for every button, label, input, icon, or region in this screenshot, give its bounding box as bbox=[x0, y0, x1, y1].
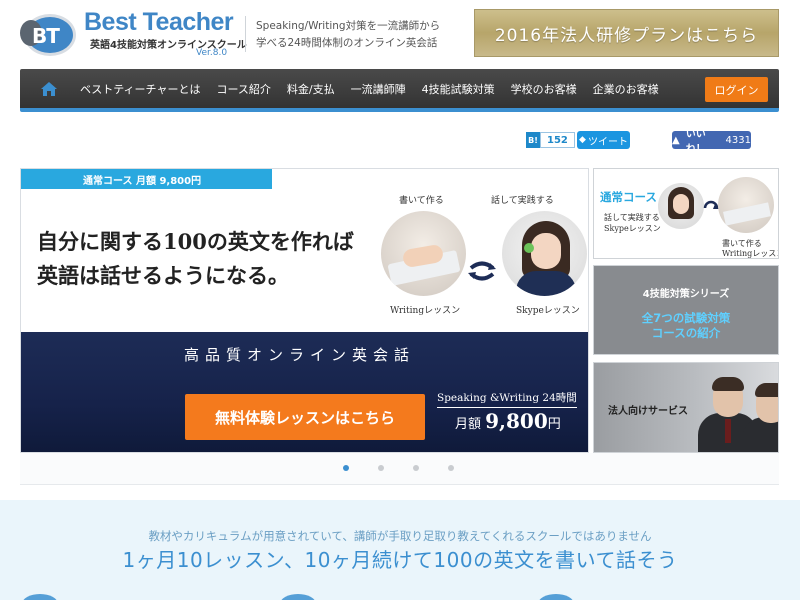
hatena-count: 152 bbox=[540, 132, 575, 148]
nav-item-companies[interactable]: 企業のお客様 bbox=[593, 81, 659, 97]
hero-headline: 自分に関する100の英文を作れば 英語は話せるようになる。 bbox=[37, 225, 354, 293]
slider-top-panel: 自分に関する100の英文を作れば 英語は話せるようになる。 書いて作る 話して実… bbox=[21, 189, 588, 332]
home-icon[interactable] bbox=[40, 81, 58, 97]
hero-slider[interactable]: 通常コース 月額 9,800円 自分に関する100の英文を作れば 英語は話せるよ… bbox=[20, 168, 589, 453]
label-writing-lesson: Writingレッスン bbox=[390, 306, 461, 316]
feature-icon bbox=[22, 594, 58, 600]
card-title: 通常コース bbox=[600, 190, 657, 204]
intro-section: 教材やカリキュラムが用意されていて、講師が手取り足取り教えてくれるスクールではあ… bbox=[0, 500, 800, 600]
course-tab: 通常コース 月額 9,800円 bbox=[21, 169, 272, 189]
tweet-label: ツイート bbox=[587, 136, 628, 148]
nav-item-teachers[interactable]: 一流講師陣 bbox=[351, 81, 406, 97]
slider-dot[interactable] bbox=[378, 465, 384, 471]
nav-item-pricing[interactable]: 料金/支払 bbox=[287, 81, 335, 97]
hatena-icon: B! bbox=[526, 132, 540, 148]
main-nav: ベストティーチャーとは コース紹介 料金/支払 一流講師陣 4技能試験対策 学校… bbox=[20, 69, 779, 112]
thumbs-up-icon: ▲ bbox=[672, 134, 680, 146]
slider-dot[interactable] bbox=[343, 465, 349, 471]
tagline: Speaking/Writing対策を一流講師から 学べる24時間体制のオンライ… bbox=[256, 18, 440, 52]
tagline-line: Speaking/Writing対策を一流講師から bbox=[256, 20, 441, 32]
label-speak: 話して実践する bbox=[491, 196, 554, 206]
hero-headline-line: 自分に関する100の英文を作れば bbox=[37, 229, 354, 254]
price-value: 月額 9,800円 bbox=[455, 409, 561, 433]
student-photo bbox=[658, 183, 704, 229]
label-skype-lesson: Skypeレッスン bbox=[516, 306, 580, 316]
nav-item-exam-prep[interactable]: 4技能試験対策 bbox=[422, 81, 495, 97]
free-trial-button[interactable]: 無料体験レッスンはこちら bbox=[185, 394, 425, 440]
price-caption: Speaking &Writing 24時間 bbox=[437, 390, 577, 408]
card-caption-write: 書いて作る Writingレッスン bbox=[722, 239, 779, 258]
like-label: いいね！ bbox=[685, 129, 706, 155]
header: BT Best Teacher 英語4技能対策オンラインスクール Ver.8.0… bbox=[0, 0, 800, 68]
nav-item-courses[interactable]: コース紹介 bbox=[216, 81, 270, 97]
logo-version: Ver.8.0 bbox=[196, 48, 228, 58]
corporate-services-card[interactable]: 法人向けサービス bbox=[593, 362, 779, 453]
logo[interactable]: BT Best Teacher 英語4技能対策オンラインスクール Ver.8.0 bbox=[18, 8, 247, 62]
tagline-line: 学べる24時間体制のオンライン英会話 bbox=[256, 37, 438, 49]
cycle-arrows-icon bbox=[468, 261, 496, 281]
card-caption-speak: 話して実践する Skypeレッスン bbox=[604, 213, 661, 233]
card-title: 4技能対策シリーズ bbox=[642, 289, 730, 300]
intro-headline: 1ヶ月10レッスン、10ヶ月続けて100の英文を書いて話そう bbox=[122, 548, 678, 572]
card-title: 法人向けサービス bbox=[608, 406, 688, 417]
tweet-button[interactable]: ◆ ツイート bbox=[577, 131, 630, 149]
banner-subtitle: 高品質オンライン英会話 bbox=[183, 346, 415, 364]
card-subtitle: 全7つの試験対策 コースの紹介 bbox=[641, 311, 731, 340]
feature-icon bbox=[538, 594, 574, 600]
regular-course-card[interactable]: 通常コース 話して実践する Skypeレッスン 書いて作る Writingレッス… bbox=[593, 168, 779, 259]
keyboard-photo bbox=[718, 177, 774, 233]
logo-badge-icon: BT bbox=[20, 10, 78, 58]
skype-lesson-photo bbox=[502, 211, 587, 296]
writing-lesson-photo bbox=[381, 211, 466, 296]
nav-item-about[interactable]: ベストティーチャーとは bbox=[80, 81, 200, 97]
slider-banner: 高品質オンライン英会話 無料体験レッスンはこちら Speaking &Writi… bbox=[21, 332, 588, 452]
price-box: Speaking &Writing 24時間 月額 9,800円 bbox=[433, 388, 583, 444]
slider-dot[interactable] bbox=[413, 465, 419, 471]
intro-caption: 教材やカリキュラムが用意されていて、講師が手取り足取り教えてくれるスクールではあ… bbox=[148, 529, 652, 543]
exam-series-card[interactable]: 4技能対策シリーズ 全7つの試験対策 コースの紹介 bbox=[593, 265, 779, 355]
header-divider bbox=[245, 16, 246, 52]
label-write: 書いて作る bbox=[399, 196, 444, 206]
logo-name: Best Teacher bbox=[84, 8, 234, 36]
login-button[interactable]: ログイン bbox=[705, 77, 768, 102]
twitter-icon: ◆ bbox=[579, 135, 586, 145]
nav-item-schools[interactable]: 学校のお客様 bbox=[511, 81, 577, 97]
corporate-plan-button[interactable]: 2016年法人研修プランはこちら bbox=[474, 9, 779, 57]
slider-dot[interactable] bbox=[448, 465, 454, 471]
hatena-bookmark-button[interactable]: B! 152 bbox=[526, 131, 575, 149]
like-count: 4331 bbox=[725, 134, 751, 146]
facebook-like-button[interactable]: ▲ いいね！ 4331 bbox=[672, 129, 751, 155]
hero-headline-line: 英語は話せるようになる。 bbox=[37, 263, 289, 288]
slider-pagination bbox=[20, 453, 779, 485]
feature-icon bbox=[280, 594, 316, 600]
